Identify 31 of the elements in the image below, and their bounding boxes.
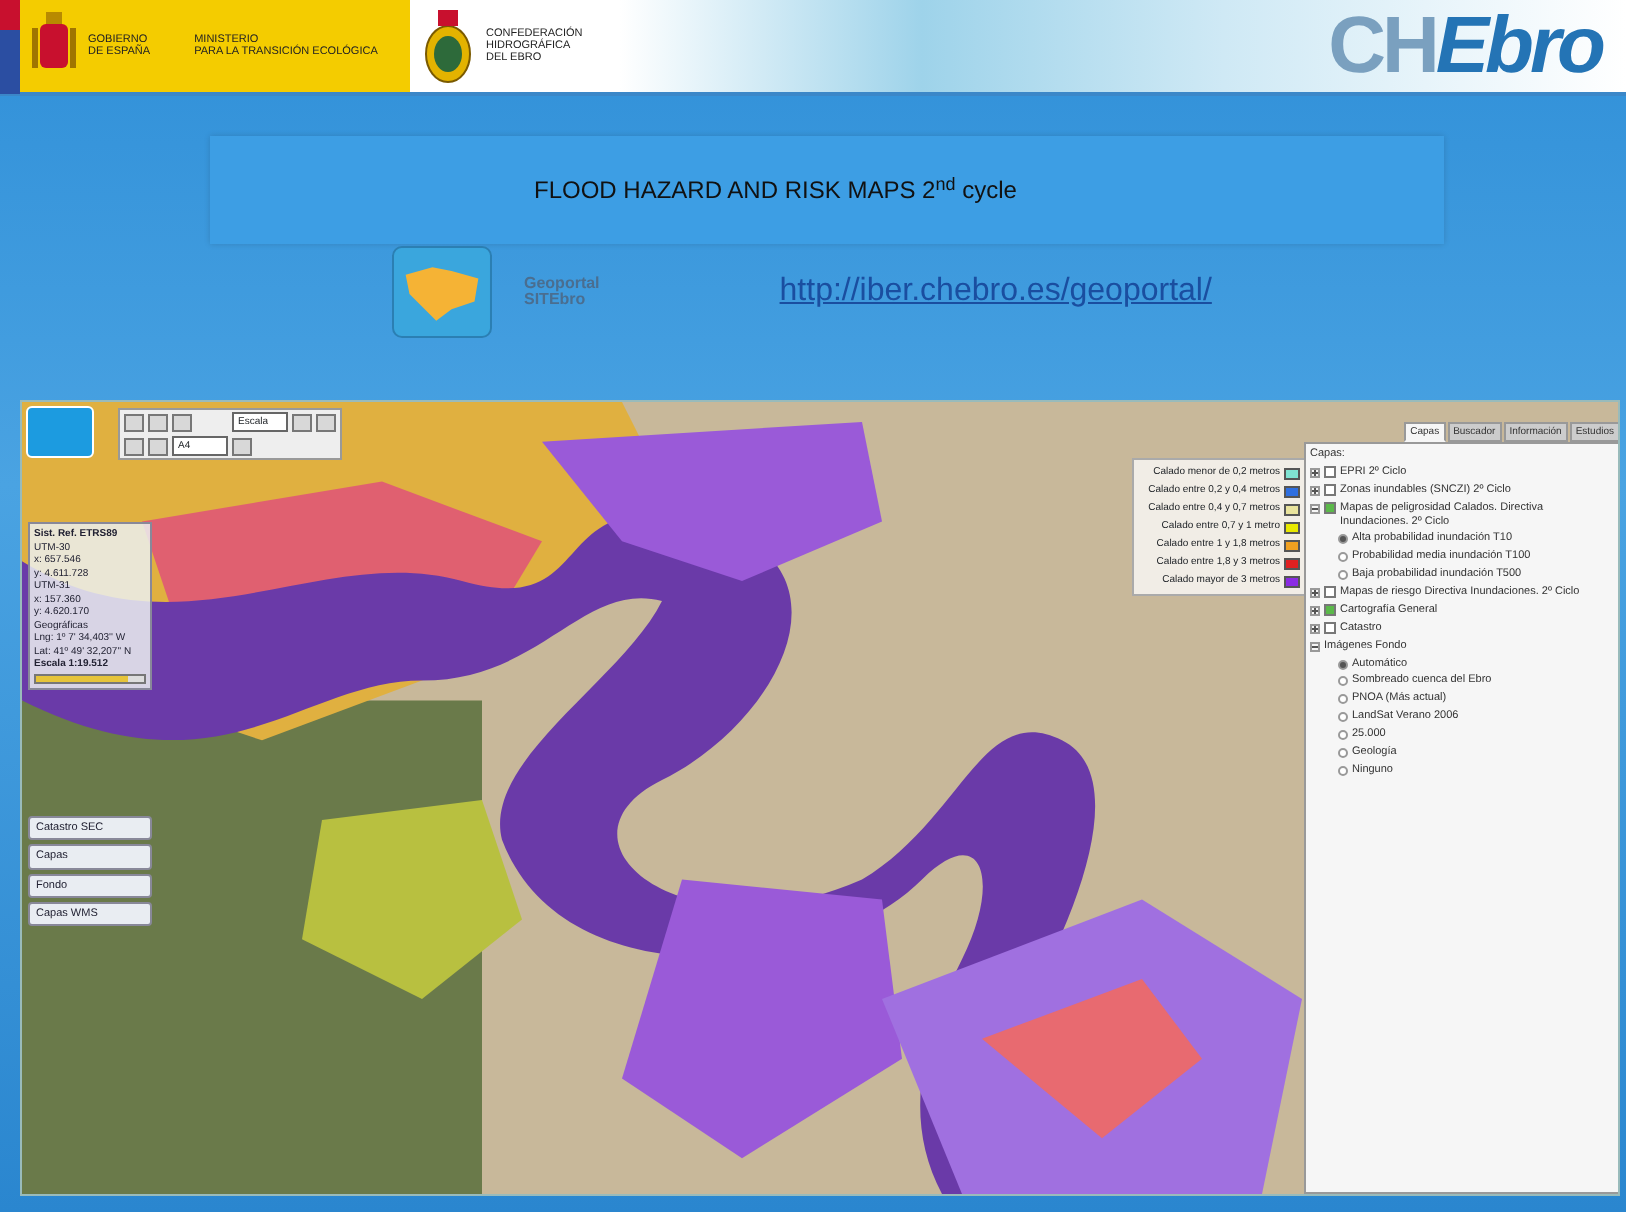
expand-icon[interactable] bbox=[1310, 605, 1320, 616]
expand-icon[interactable] bbox=[1310, 588, 1320, 598]
geoportal-text: Geoportal SITEbro bbox=[524, 275, 600, 309]
layer-radio[interactable] bbox=[1338, 659, 1348, 669]
layer-checkbox[interactable] bbox=[1324, 465, 1336, 478]
layer-radio[interactable] bbox=[1338, 570, 1348, 581]
layer-checkbox[interactable] bbox=[1324, 603, 1336, 616]
layer-radio[interactable] bbox=[1338, 676, 1348, 687]
layer-radio[interactable] bbox=[1338, 694, 1348, 705]
layer-radio[interactable] bbox=[1338, 534, 1348, 545]
slide-title: FLOOD HAZARD AND RISK MAPS 2$^{nd}$ cycle bbox=[534, 172, 1017, 208]
layer-radio[interactable] bbox=[1338, 747, 1348, 758]
layer-radio[interactable] bbox=[1338, 552, 1348, 563]
emblem-icon bbox=[422, 6, 474, 86]
layer-checkbox[interactable] bbox=[1324, 621, 1336, 634]
layer-radio[interactable] bbox=[1338, 712, 1348, 723]
flag-icon bbox=[0, 0, 20, 94]
expand-icon[interactable] bbox=[1310, 623, 1320, 634]
zoom-track[interactable] bbox=[34, 673, 146, 683]
layer-checkbox[interactable] bbox=[1324, 483, 1336, 496]
expand-icon[interactable] bbox=[1310, 503, 1320, 514]
layer-radio[interactable] bbox=[1338, 765, 1348, 776]
layer-radio[interactable] bbox=[1338, 730, 1348, 740]
layer-checkbox[interactable] bbox=[1324, 501, 1336, 514]
layer-checkbox[interactable] bbox=[1324, 586, 1336, 598]
app-logo-icon[interactable] bbox=[26, 406, 94, 458]
brand-logo: CHEbro bbox=[1328, 6, 1602, 86]
expand-icon[interactable] bbox=[1310, 485, 1320, 496]
tool-icon[interactable] bbox=[232, 437, 252, 455]
expand-icon[interactable] bbox=[1310, 467, 1320, 478]
expand-icon[interactable] bbox=[1310, 641, 1320, 652]
